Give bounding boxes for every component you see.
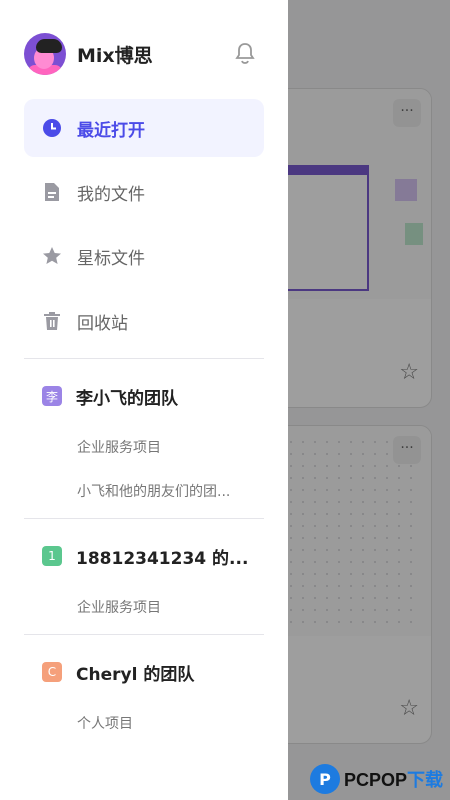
side-drawer: Mix博思 最近打开 我的文件 星标文件 回收站 李 李小飞的团队 企业服务项目… bbox=[0, 0, 288, 800]
star-icon bbox=[42, 246, 62, 266]
bell-icon[interactable] bbox=[234, 41, 256, 65]
team-item[interactable]: 李 李小飞的团队 bbox=[24, 381, 264, 411]
nav-item-my-files[interactable]: 我的文件 bbox=[24, 163, 264, 221]
nav-item-label: 我的文件 bbox=[77, 184, 145, 205]
watermark: P PCPOP下载 bbox=[310, 758, 450, 800]
team-item[interactable]: C Cheryl 的团队 bbox=[24, 657, 264, 687]
project-item[interactable]: 企业服务项目 bbox=[77, 437, 257, 457]
team-badge: 李 bbox=[42, 386, 62, 406]
team-name: 18812341234 的... bbox=[76, 548, 249, 569]
nav-item-recent[interactable]: 最近打开 bbox=[24, 99, 264, 157]
team-name: 李小飞的团队 bbox=[76, 388, 178, 409]
team-badge: 1 bbox=[42, 546, 62, 566]
watermark-suffix: 下载 bbox=[407, 770, 444, 790]
team-badge: C bbox=[42, 662, 62, 682]
profile-header: Mix博思 bbox=[24, 32, 264, 76]
avatar[interactable] bbox=[24, 33, 66, 75]
watermark-logo: P bbox=[310, 764, 340, 794]
clock-icon bbox=[42, 118, 62, 138]
team-item[interactable]: 1 18812341234 的... bbox=[24, 541, 264, 571]
project-item[interactable]: 企业服务项目 bbox=[77, 597, 257, 617]
team-name: Cheryl 的团队 bbox=[76, 664, 195, 685]
username[interactable]: Mix博思 bbox=[77, 41, 153, 68]
nav-item-label: 星标文件 bbox=[77, 248, 145, 269]
nav-item-label: 回收站 bbox=[77, 313, 128, 334]
watermark-brand: PCPOP bbox=[344, 770, 408, 790]
nav-item-label: 最近打开 bbox=[77, 120, 145, 141]
trash-icon bbox=[42, 311, 62, 331]
file-icon bbox=[42, 182, 62, 202]
divider bbox=[24, 518, 264, 519]
nav-item-starred[interactable]: 星标文件 bbox=[24, 227, 264, 285]
divider bbox=[24, 358, 264, 359]
project-item[interactable]: 个人项目 bbox=[77, 713, 257, 733]
project-item[interactable]: 小飞和他的朋友们的团... bbox=[77, 481, 257, 501]
divider bbox=[24, 634, 264, 635]
nav-item-trash[interactable]: 回收站 bbox=[24, 292, 264, 350]
